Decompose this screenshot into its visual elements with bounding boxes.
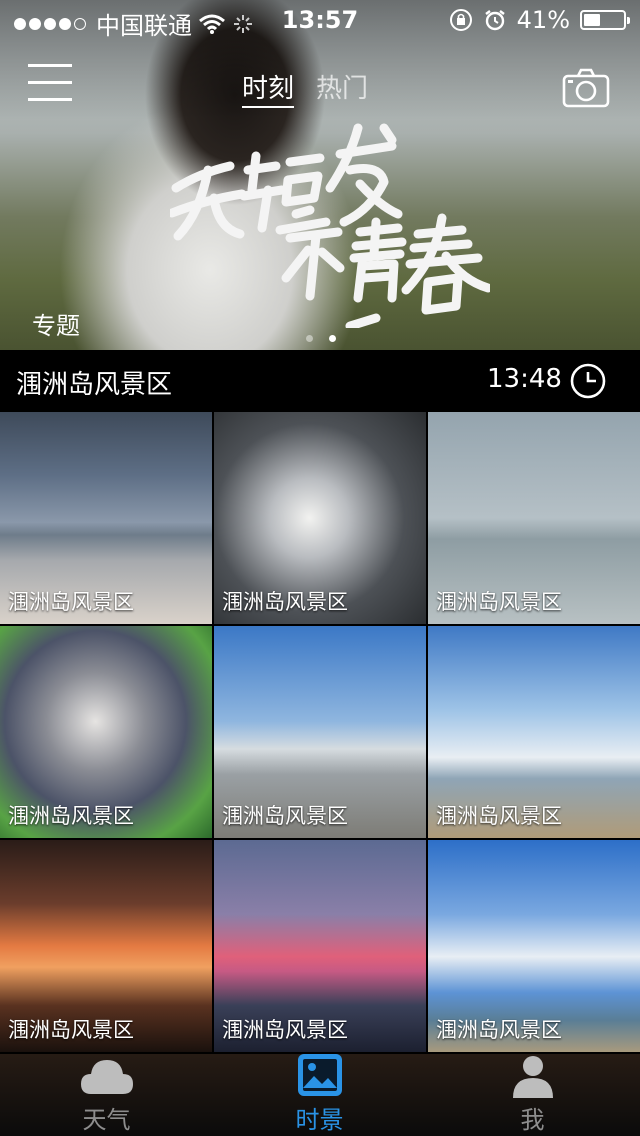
tab-moments[interactable]: 时刻 — [242, 68, 295, 108]
photo-location-label: 涠洲岛风景区 — [436, 804, 562, 828]
battery-percent: 41% — [516, 6, 570, 34]
photo-tile[interactable]: 涠洲岛风景区 — [0, 412, 212, 624]
rotation-lock-icon — [449, 9, 472, 31]
tab-popular[interactable]: 热门 — [316, 68, 368, 108]
picture-icon — [297, 1054, 342, 1096]
photo-location-label: 涠洲岛风景区 — [8, 590, 134, 614]
tab-scenery-label: 时景 — [295, 1106, 344, 1134]
photo-tile[interactable]: 涠洲岛风景区 — [214, 626, 426, 838]
topic-banner[interactable] — [0, 0, 640, 350]
banner-page-indicator — [306, 335, 336, 342]
photo-tile[interactable]: 涠洲岛风景区 — [214, 840, 426, 1052]
hamburger-icon-line — [28, 98, 72, 101]
tab-me-label: 我 — [520, 1106, 545, 1134]
photo-tile[interactable]: 涠洲岛风景区 — [214, 412, 426, 624]
clock-icon[interactable] — [569, 362, 607, 400]
photo-location-label: 涠洲岛风景区 — [8, 1018, 134, 1042]
photo-location-label: 涠洲岛风景区 — [222, 590, 348, 614]
location-bar[interactable]: 涠洲岛风景区 13:48 — [0, 350, 640, 412]
location-time: 13:48 — [487, 364, 562, 394]
photo-tile[interactable]: 涠洲岛风景区 — [0, 626, 212, 838]
topic-tag: 专题 — [32, 312, 80, 340]
camera-icon[interactable] — [562, 68, 610, 108]
photo-location-label: 涠洲岛风景区 — [436, 590, 562, 614]
hamburger-icon-line — [28, 81, 72, 84]
header-tabs: 时刻 热门 — [242, 68, 368, 108]
tab-scenery[interactable]: 时景 — [213, 1054, 426, 1136]
page-dot — [306, 335, 313, 342]
cloud-icon — [80, 1060, 133, 1094]
photo-location-label: 涠洲岛风景区 — [8, 804, 134, 828]
photo-grid: 涠洲岛风景区 涠洲岛风景区 涠洲岛风景区 涠洲岛风景区 涠洲岛风景区 涠洲岛风景… — [0, 412, 640, 1054]
battery-icon — [580, 10, 630, 30]
person-icon — [512, 1056, 553, 1098]
alarm-icon — [484, 10, 505, 31]
tab-weather[interactable]: 天气 — [0, 1054, 213, 1136]
photo-tile[interactable]: 涠洲岛风景区 — [0, 840, 212, 1052]
hamburger-icon — [28, 64, 72, 67]
bottom-tab-bar: 天气 时景 我 — [0, 1054, 640, 1136]
banner-title-art — [170, 123, 490, 328]
battery-fill — [584, 14, 600, 26]
menu-button[interactable] — [28, 64, 72, 104]
status-bar: 中国联通 13:57 41% — [0, 0, 640, 40]
photo-location-label: 涠洲岛风景区 — [436, 1018, 562, 1042]
photo-tile[interactable]: 涠洲岛风景区 — [428, 840, 640, 1052]
photo-tile[interactable]: 涠洲岛风景区 — [428, 412, 640, 624]
page-dot-active — [329, 335, 336, 342]
photo-location-label: 涠洲岛风景区 — [222, 804, 348, 828]
photo-tile[interactable]: 涠洲岛风景区 — [428, 626, 640, 838]
tab-me[interactable]: 我 — [426, 1054, 639, 1136]
photo-location-label: 涠洲岛风景区 — [222, 1018, 348, 1042]
status-right: 41% — [449, 6, 630, 34]
location-name: 涠洲岛风景区 — [16, 370, 173, 400]
tab-weather-label: 天气 — [82, 1106, 131, 1134]
